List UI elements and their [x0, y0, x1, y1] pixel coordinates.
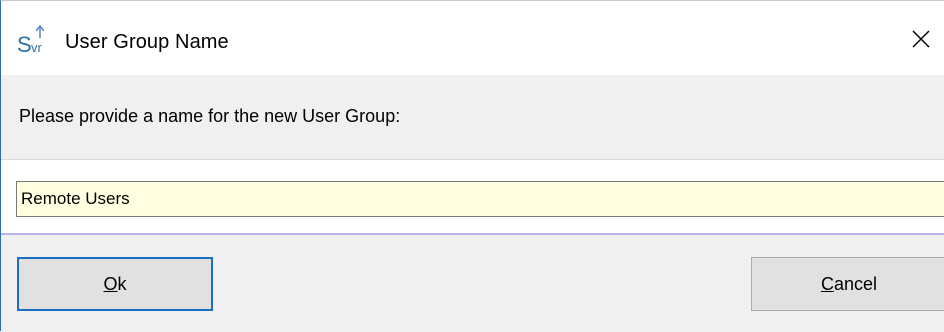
group-name-input[interactable]: [16, 181, 944, 217]
cancel-label-rest: ancel: [833, 273, 878, 294]
button-panel: Ok Cancel: [1, 235, 944, 332]
svr-app-icon: S vr: [16, 23, 52, 57]
cancel-mnemonic: C: [820, 273, 834, 294]
svg-text:vr: vr: [31, 40, 43, 55]
ok-button[interactable]: Ok: [17, 257, 213, 311]
input-panel: [1, 160, 944, 235]
close-button[interactable]: [897, 17, 944, 61]
svg-text:S: S: [17, 32, 32, 57]
ok-label-rest: k: [117, 273, 127, 294]
dialog-window: S vr User Group Name Please provide a na…: [0, 0, 944, 332]
prompt-label: Please provide a name for the new User G…: [19, 106, 401, 126]
prompt-panel: Please provide a name for the new User G…: [1, 75, 944, 160]
close-icon: [912, 30, 930, 48]
cancel-button[interactable]: Cancel: [751, 257, 944, 311]
title-bar[interactable]: S vr User Group Name: [1, 1, 944, 75]
window-title: User Group Name: [65, 31, 229, 53]
ok-mnemonic: O: [103, 273, 118, 294]
